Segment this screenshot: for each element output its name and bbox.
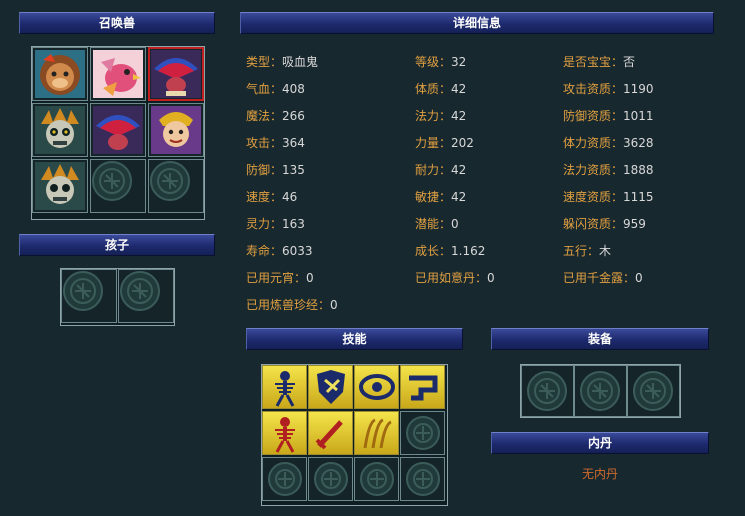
detail-stamina-aptitude: 体力资质：3628 <box>563 136 654 150</box>
summon-slot-4[interactable] <box>32 103 88 157</box>
detail-level: 等级：32 <box>415 55 467 69</box>
shield-claw-icon <box>317 370 345 404</box>
child-slot-2-empty[interactable] <box>118 269 174 323</box>
empty-slot-emblem-icon <box>314 462 348 496</box>
detail-lifespan: 寿命：6033 <box>246 244 313 258</box>
children-title: 孩子 <box>104 238 129 252</box>
detail-speed: 速度：46 <box>246 190 298 204</box>
red-skeleton-icon <box>275 417 295 453</box>
lion-beast-icon <box>35 50 85 98</box>
summon-slot-6[interactable] <box>148 103 204 157</box>
ghost-warrior-icon <box>35 106 85 154</box>
skill-slot-5[interactable] <box>262 411 307 455</box>
detail-type: 类型：吸血鬼 <box>246 55 319 69</box>
empty-slot-emblem-icon <box>527 371 567 411</box>
children-header: 孩子 <box>19 234 215 256</box>
summon-slot-3[interactable] <box>148 47 204 101</box>
detail-defense-aptitude: 防御资质：1011 <box>563 109 654 123</box>
empty-slot-emblem-icon <box>580 371 620 411</box>
detail-potential: 潜能：0 <box>415 217 459 231</box>
detail-used-ruyidan: 已用如意丹：0 <box>415 271 495 285</box>
skill-slot-6[interactable] <box>308 411 353 455</box>
summon-slot-5[interactable] <box>90 103 146 157</box>
skills-title: 技能 <box>342 332 367 346</box>
child-slot-1-empty[interactable] <box>61 269 117 323</box>
detail-spirit: 灵力：163 <box>246 217 305 231</box>
skill-slot-7[interactable] <box>354 411 399 455</box>
detail-magic-aptitude: 法力资质：1888 <box>563 163 654 177</box>
fan-bird-icon <box>151 50 201 98</box>
empty-slot-emblem-icon <box>63 271 103 311</box>
detail-attack: 攻击：364 <box>246 136 305 150</box>
skill-slot-1[interactable] <box>262 365 307 409</box>
inner-pill-title: 内丹 <box>587 436 612 450</box>
skill-slot-2[interactable] <box>308 365 353 409</box>
detail-agility: 敏捷：42 <box>415 190 467 204</box>
skeleton-icon <box>275 371 295 407</box>
empty-slot-emblem-icon <box>268 462 302 496</box>
detail-used-yuanxiao: 已用元宵：0 <box>246 271 314 285</box>
empty-slot-emblem-icon <box>633 371 673 411</box>
detail-endurance: 耐力：42 <box>415 163 467 177</box>
detail-growth: 成长：1.162 <box>415 244 486 258</box>
detail-hp: 气血：408 <box>246 82 305 96</box>
inner-pill-header: 内丹 <box>491 432 709 454</box>
empty-slot-emblem-icon <box>406 416 440 450</box>
monkey-warrior-icon <box>151 106 201 154</box>
equipment-slot-1-empty[interactable] <box>521 365 574 417</box>
summons-title: 召唤兽 <box>98 16 135 30</box>
detail-used-qianjinlu: 已用千金露：0 <box>563 271 643 285</box>
fan-bird-icon <box>93 106 143 154</box>
detail-constitution: 体质：42 <box>415 82 467 96</box>
detail-strength: 力量：202 <box>415 136 474 150</box>
detail-used-lianshou: 已用炼兽珍经：0 <box>246 298 338 312</box>
equipment-slot-3-empty[interactable] <box>627 365 680 417</box>
detail-magic: 法力：42 <box>415 109 467 123</box>
detail-is-baby: 是否宝宝：否 <box>563 55 636 69</box>
detail-attack-aptitude: 攻击资质：1190 <box>563 82 654 96</box>
fire-claw-icon <box>363 418 392 449</box>
skill-slot-10-empty[interactable] <box>308 457 353 501</box>
summon-slot-8-empty[interactable] <box>90 159 146 213</box>
summons-header: 召唤兽 <box>19 12 215 34</box>
eye-rune-icon <box>359 374 395 400</box>
detail-title: 详细信息 <box>452 16 501 30</box>
summon-slot-7[interactable] <box>32 159 88 213</box>
skill-slot-9-empty[interactable] <box>262 457 307 501</box>
phoenix-icon <box>93 50 143 98</box>
equipment-header: 装备 <box>491 328 709 350</box>
equipment-slot-2-empty[interactable] <box>574 365 627 417</box>
empty-slot-emblem-icon <box>406 462 440 496</box>
skill-slot-3[interactable] <box>354 365 399 409</box>
detail-header: 详细信息 <box>240 12 714 34</box>
detail-defense: 防御：135 <box>246 163 305 177</box>
sword-icon <box>315 420 343 450</box>
skill-slot-11-empty[interactable] <box>354 457 399 501</box>
summon-slot-1[interactable] <box>32 47 88 101</box>
summon-slot-9-empty[interactable] <box>148 159 204 213</box>
detail-dodge-aptitude: 躲闪资质：959 <box>563 217 646 231</box>
empty-slot-emblem-icon <box>360 462 394 496</box>
ghost-warrior-icon <box>35 162 85 210</box>
skill-slot-8-empty[interactable] <box>400 411 445 455</box>
detail-element: 五行：木 <box>563 244 612 258</box>
detail-speed-aptitude: 速度资质：1115 <box>563 190 654 204</box>
skills-header: 技能 <box>246 328 463 350</box>
skill-slot-4[interactable] <box>400 365 445 409</box>
empty-slot-emblem-icon <box>120 271 160 311</box>
empty-slot-emblem-icon <box>150 161 190 201</box>
inner-pill-empty-text: 无内丹 <box>582 467 619 481</box>
detail-mp: 魔法：266 <box>246 109 305 123</box>
summon-slot-2[interactable] <box>90 47 146 101</box>
skill-slot-12-empty[interactable] <box>400 457 445 501</box>
empty-slot-emblem-icon <box>92 161 132 201</box>
equipment-title: 装备 <box>587 332 612 346</box>
hook-icon <box>409 375 438 401</box>
